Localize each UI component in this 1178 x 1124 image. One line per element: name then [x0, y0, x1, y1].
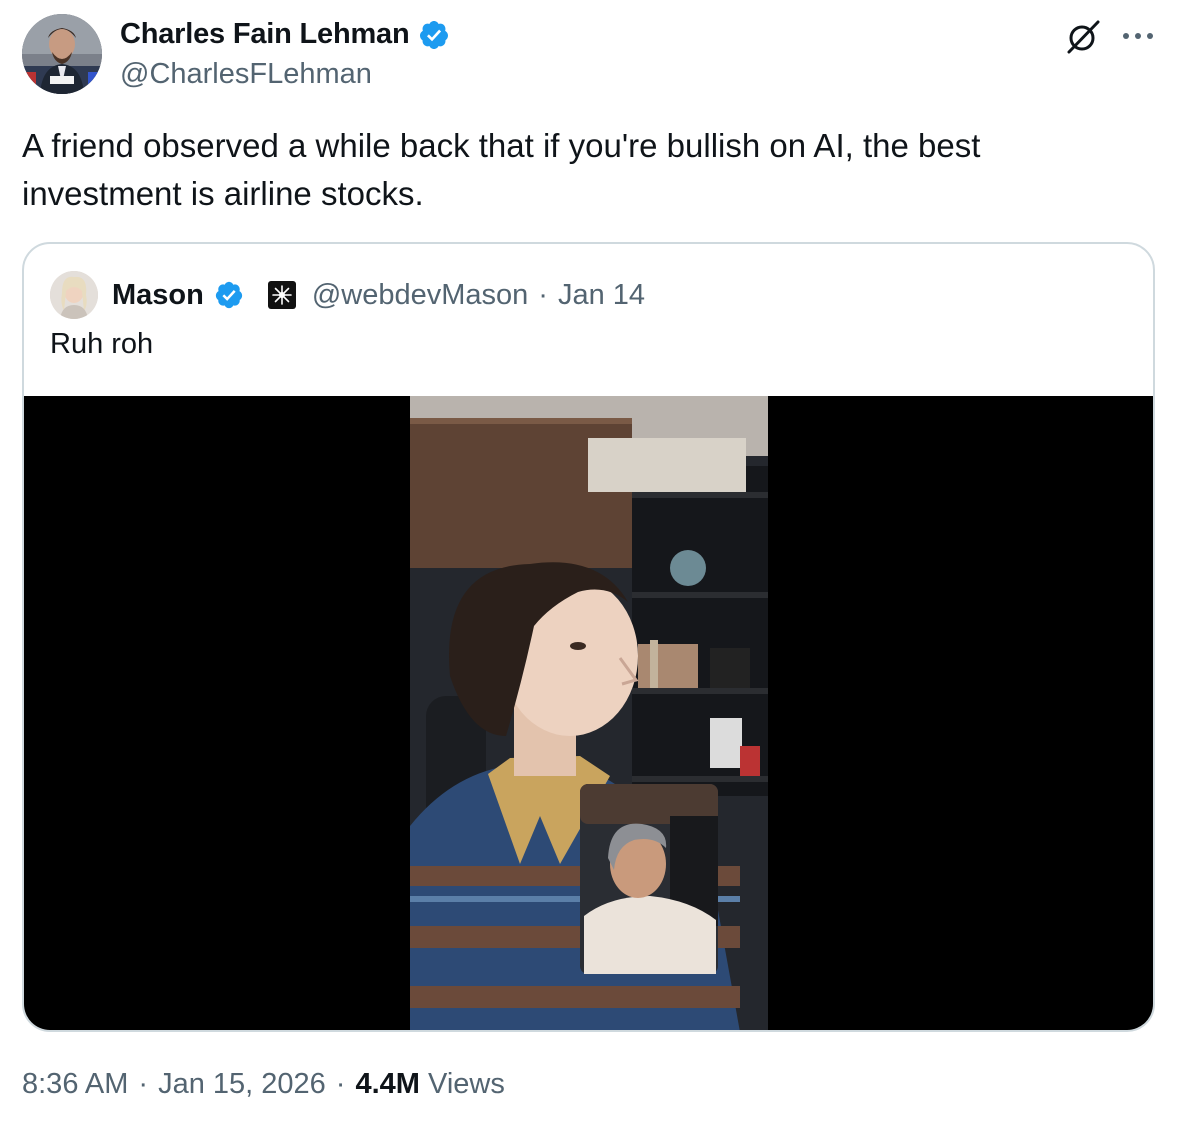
affiliate-badge-icon[interactable] — [267, 281, 296, 309]
quoted-verified-badge-icon — [215, 281, 242, 309]
meta-separator: · — [335, 1068, 346, 1100]
quoted-tweet-text: Ruh roh — [50, 328, 154, 360]
tweet-meta: 8:36 AM · Jan 15, 2026 · 4.4M Views — [22, 1068, 505, 1101]
views-label: Views — [428, 1068, 505, 1100]
tweet-time[interactable]: 8:36 AM — [22, 1068, 128, 1101]
quoted-author-avatar[interactable] — [50, 271, 98, 319]
quoted-author-handle[interactable]: @webdevMason — [312, 279, 528, 312]
quoted-author-name[interactable]: Mason — [112, 279, 204, 312]
video-frame — [410, 396, 768, 1030]
more-icon[interactable] — [1118, 18, 1158, 54]
verified-badge-icon — [419, 20, 448, 49]
author-handle[interactable]: @CharlesFLehman — [120, 58, 372, 91]
quoted-tweet-header: Mason @webdevMason · Jan 14 — [50, 270, 645, 320]
tweet-text: A friend observed a while back that if y… — [22, 127, 981, 212]
quoted-date[interactable]: Jan 14 — [558, 279, 645, 312]
meta-separator: · — [138, 1068, 149, 1100]
tweet-date[interactable]: Jan 15, 2026 — [158, 1068, 326, 1101]
tweet: Charles Fain Lehman @CharlesFLehman A fr… — [0, 0, 1178, 1124]
quoted-separator: · — [538, 278, 548, 311]
views[interactable]: 4.4M Views — [355, 1068, 504, 1101]
author-name-row[interactable]: Charles Fain Lehman — [120, 18, 450, 51]
views-count: 4.4M — [355, 1068, 420, 1100]
author-avatar[interactable] — [22, 14, 102, 94]
grok-icon[interactable] — [1064, 18, 1102, 56]
video-player[interactable] — [24, 396, 1153, 1030]
quoted-tweet-card[interactable]: Mason @webdevMason · Jan 14 Ruh roh — [22, 242, 1155, 1032]
author-name[interactable]: Charles Fain Lehman — [120, 18, 410, 51]
